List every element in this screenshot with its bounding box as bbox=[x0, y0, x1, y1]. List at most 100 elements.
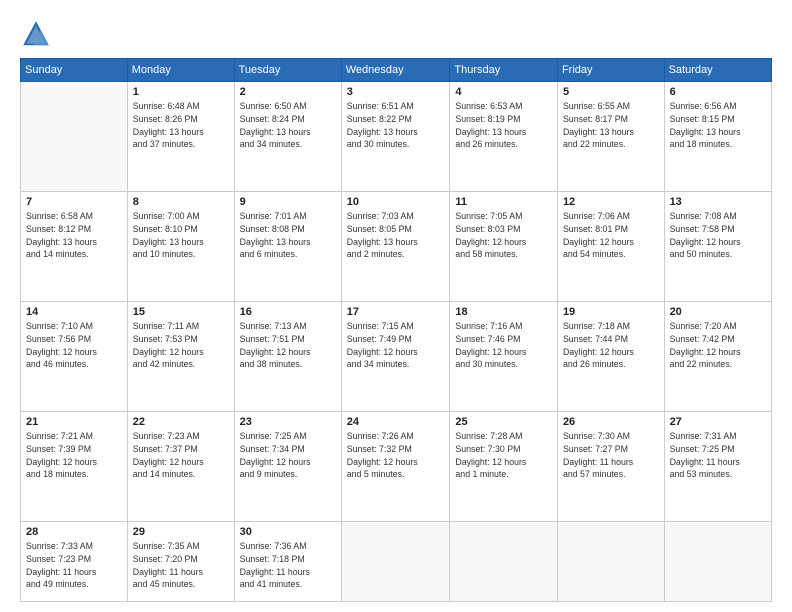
calendar-cell: 22Sunrise: 7:23 AMSunset: 7:37 PMDayligh… bbox=[127, 412, 234, 522]
calendar-cell bbox=[21, 82, 128, 192]
day-number: 10 bbox=[347, 196, 445, 208]
day-info: Sunrise: 6:48 AMSunset: 8:26 PMDaylight:… bbox=[133, 100, 229, 151]
day-number: 26 bbox=[563, 416, 659, 428]
day-number: 5 bbox=[563, 86, 659, 98]
day-number: 11 bbox=[455, 196, 552, 208]
calendar-cell: 11 Sunrise: 7:05 AMSunset: 8:03 PMDayligh… bbox=[450, 192, 558, 302]
calendar-week-row-3: 14Sunrise: 7:10 AMSunset: 7:56 PMDayligh… bbox=[21, 302, 772, 412]
calendar-cell: 7 Sunrise: 6:58 AMSunset: 8:12 PMDaylight… bbox=[21, 192, 128, 302]
calendar-cell: 23 Sunrise: 7:25 AMSunset: 7:34 PMDayligh… bbox=[234, 412, 341, 522]
weekday-header-tuesday: Tuesday bbox=[234, 59, 341, 82]
day-info: Sunrise: 7:26 AMSunset: 7:32 PMDaylight:… bbox=[347, 430, 445, 481]
calendar-cell: 26 Sunrise: 7:30 AMSunset: 7:27 PMDayligh… bbox=[557, 412, 664, 522]
calendar-cell: 18 Sunrise: 7:16 AMSunset: 7:46 PMDayligh… bbox=[450, 302, 558, 412]
day-info: Sunrise: 6:58 AMSunset: 8:12 PMDaylight:… bbox=[26, 210, 122, 261]
day-info: Sunrise: 7:21 AMSunset: 7:39 PMDaylight:… bbox=[26, 430, 122, 481]
day-number: 28 bbox=[26, 526, 122, 538]
calendar-cell: 14Sunrise: 7:10 AMSunset: 7:56 PMDayligh… bbox=[21, 302, 128, 412]
calendar-cell: 15 Sunrise: 7:11 AMSunset: 7:53 PMDayligh… bbox=[127, 302, 234, 412]
calendar-cell: 30 Sunrise: 7:36 AMSunset: 7:18 PMDayligh… bbox=[234, 522, 341, 602]
day-info: Sunrise: 7:23 AMSunset: 7:37 PMDaylight:… bbox=[133, 430, 229, 481]
calendar-week-row-2: 7 Sunrise: 6:58 AMSunset: 8:12 PMDaylight… bbox=[21, 192, 772, 302]
weekday-header-wednesday: Wednesday bbox=[341, 59, 450, 82]
calendar-cell: 28 Sunrise: 7:33 AMSunset: 7:23 PMDayligh… bbox=[21, 522, 128, 602]
page: SundayMondayTuesdayWednesdayThursdayFrid… bbox=[0, 0, 792, 612]
calendar-cell: 21 Sunrise: 7:21 AMSunset: 7:39 PMDayligh… bbox=[21, 412, 128, 522]
weekday-header-monday: Monday bbox=[127, 59, 234, 82]
weekday-header-sunday: Sunday bbox=[21, 59, 128, 82]
day-info: Sunrise: 7:15 AMSunset: 7:49 PMDaylight:… bbox=[347, 320, 445, 371]
day-info: Sunrise: 7:05 AMSunset: 8:03 PMDaylight:… bbox=[455, 210, 552, 261]
calendar-cell bbox=[450, 522, 558, 602]
day-info: Sunrise: 7:03 AMSunset: 8:05 PMDaylight:… bbox=[347, 210, 445, 261]
day-info: Sunrise: 7:13 AMSunset: 7:51 PMDaylight:… bbox=[240, 320, 336, 371]
day-info: Sunrise: 7:31 AMSunset: 7:25 PMDaylight:… bbox=[670, 430, 766, 481]
day-info: Sunrise: 6:51 AMSunset: 8:22 PMDaylight:… bbox=[347, 100, 445, 151]
weekday-header-row: SundayMondayTuesdayWednesdayThursdayFrid… bbox=[21, 59, 772, 82]
day-number: 19 bbox=[563, 306, 659, 318]
day-number: 20 bbox=[670, 306, 766, 318]
calendar-cell: 27 Sunrise: 7:31 AMSunset: 7:25 PMDayligh… bbox=[664, 412, 771, 522]
weekday-header-saturday: Saturday bbox=[664, 59, 771, 82]
day-info: Sunrise: 7:33 AMSunset: 7:23 PMDaylight:… bbox=[26, 540, 122, 591]
day-number: 24 bbox=[347, 416, 445, 428]
day-info: Sunrise: 7:01 AMSunset: 8:08 PMDaylight:… bbox=[240, 210, 336, 261]
calendar-cell: 13Sunrise: 7:08 AMSunset: 7:58 PMDayligh… bbox=[664, 192, 771, 302]
calendar-cell bbox=[664, 522, 771, 602]
calendar-week-row-4: 21 Sunrise: 7:21 AMSunset: 7:39 PMDayligh… bbox=[21, 412, 772, 522]
day-info: Sunrise: 6:50 AMSunset: 8:24 PMDaylight:… bbox=[240, 100, 336, 151]
calendar-cell: 6Sunrise: 6:56 AMSunset: 8:15 PMDaylight… bbox=[664, 82, 771, 192]
day-info: Sunrise: 7:06 AMSunset: 8:01 PMDaylight:… bbox=[563, 210, 659, 261]
weekday-header-friday: Friday bbox=[557, 59, 664, 82]
calendar-cell: 25 Sunrise: 7:28 AMSunset: 7:30 PMDayligh… bbox=[450, 412, 558, 522]
calendar-week-row-1: 1Sunrise: 6:48 AMSunset: 8:26 PMDaylight… bbox=[21, 82, 772, 192]
weekday-header-thursday: Thursday bbox=[450, 59, 558, 82]
day-info: Sunrise: 6:55 AMSunset: 8:17 PMDaylight:… bbox=[563, 100, 659, 151]
day-number: 25 bbox=[455, 416, 552, 428]
calendar-cell: 9Sunrise: 7:01 AMSunset: 8:08 PMDaylight… bbox=[234, 192, 341, 302]
day-number: 2 bbox=[240, 86, 336, 98]
calendar-cell bbox=[557, 522, 664, 602]
day-number: 7 bbox=[26, 196, 122, 208]
calendar-table: SundayMondayTuesdayWednesdayThursdayFrid… bbox=[20, 58, 772, 602]
calendar-cell: 29 Sunrise: 7:35 AMSunset: 7:20 PMDayligh… bbox=[127, 522, 234, 602]
day-number: 29 bbox=[133, 526, 229, 538]
calendar-cell: 17 Sunrise: 7:15 AMSunset: 7:49 PMDayligh… bbox=[341, 302, 450, 412]
day-number: 18 bbox=[455, 306, 552, 318]
day-info: Sunrise: 7:25 AMSunset: 7:34 PMDaylight:… bbox=[240, 430, 336, 481]
day-number: 30 bbox=[240, 526, 336, 538]
day-number: 23 bbox=[240, 416, 336, 428]
calendar-cell: 24 Sunrise: 7:26 AMSunset: 7:32 PMDayligh… bbox=[341, 412, 450, 522]
calendar-cell: 16 Sunrise: 7:13 AMSunset: 7:51 PMDayligh… bbox=[234, 302, 341, 412]
calendar-cell: 4Sunrise: 6:53 AMSunset: 8:19 PMDaylight… bbox=[450, 82, 558, 192]
day-number: 15 bbox=[133, 306, 229, 318]
calendar-cell: 2 Sunrise: 6:50 AMSunset: 8:24 PMDaylight… bbox=[234, 82, 341, 192]
day-info: Sunrise: 7:28 AMSunset: 7:30 PMDaylight:… bbox=[455, 430, 552, 481]
day-info: Sunrise: 7:11 AMSunset: 7:53 PMDaylight:… bbox=[133, 320, 229, 371]
day-number: 16 bbox=[240, 306, 336, 318]
day-info: Sunrise: 6:53 AMSunset: 8:19 PMDaylight:… bbox=[455, 100, 552, 151]
day-number: 21 bbox=[26, 416, 122, 428]
day-number: 14 bbox=[26, 306, 122, 318]
calendar-cell: 19 Sunrise: 7:18 AMSunset: 7:44 PMDayligh… bbox=[557, 302, 664, 412]
calendar-cell: 10 Sunrise: 7:03 AMSunset: 8:05 PMDayligh… bbox=[341, 192, 450, 302]
day-info: Sunrise: 7:18 AMSunset: 7:44 PMDaylight:… bbox=[563, 320, 659, 371]
day-number: 8 bbox=[133, 196, 229, 208]
day-number: 27 bbox=[670, 416, 766, 428]
day-number: 3 bbox=[347, 86, 445, 98]
day-info: Sunrise: 7:36 AMSunset: 7:18 PMDaylight:… bbox=[240, 540, 336, 591]
day-info: Sunrise: 7:16 AMSunset: 7:46 PMDaylight:… bbox=[455, 320, 552, 371]
day-info: Sunrise: 7:30 AMSunset: 7:27 PMDaylight:… bbox=[563, 430, 659, 481]
day-number: 12 bbox=[563, 196, 659, 208]
logo bbox=[20, 18, 56, 50]
logo-icon bbox=[20, 18, 52, 50]
header bbox=[20, 18, 772, 50]
day-info: Sunrise: 7:08 AMSunset: 7:58 PMDaylight:… bbox=[670, 210, 766, 261]
day-info: Sunrise: 6:56 AMSunset: 8:15 PMDaylight:… bbox=[670, 100, 766, 151]
day-info: Sunrise: 7:35 AMSunset: 7:20 PMDaylight:… bbox=[133, 540, 229, 591]
day-number: 17 bbox=[347, 306, 445, 318]
calendar-week-row-5: 28 Sunrise: 7:33 AMSunset: 7:23 PMDayligh… bbox=[21, 522, 772, 602]
calendar-cell: 12 Sunrise: 7:06 AMSunset: 8:01 PMDayligh… bbox=[557, 192, 664, 302]
calendar-cell bbox=[341, 522, 450, 602]
calendar-cell: 1Sunrise: 6:48 AMSunset: 8:26 PMDaylight… bbox=[127, 82, 234, 192]
